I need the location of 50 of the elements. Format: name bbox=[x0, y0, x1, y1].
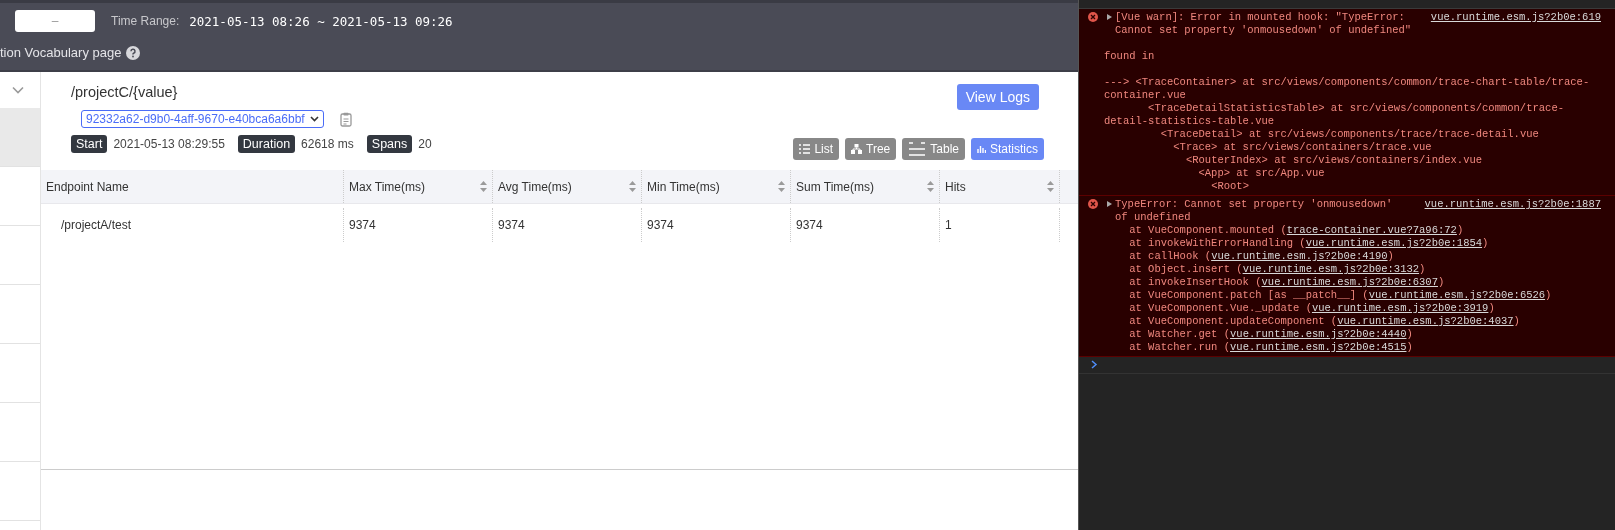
source-link[interactable]: vue.runtime.esm.js?2b0e:3132 bbox=[1242, 263, 1420, 275]
source-link[interactable]: vue.runtime.esm.js?2b0e:4037 bbox=[1337, 315, 1514, 327]
stack-frame: at Object.insert (vue.runtime.esm.js?2b0e:3132) bbox=[1104, 263, 1601, 276]
table-cell: 9374 bbox=[492, 208, 641, 242]
stack-frame: at callHook (vue.runtime.esm.js?2b0e:4190) bbox=[1104, 250, 1601, 263]
table-cell: 1 bbox=[939, 208, 1059, 242]
stack-frame: at Watcher.get (vue.runtime.esm.js?2b0e:4440) bbox=[1104, 328, 1601, 341]
stack-frame: at invokeWithErrorHandling (vue.runtime.esm.js?2b0e:1854) bbox=[1104, 237, 1601, 250]
meta-label: Duration bbox=[237, 135, 296, 153]
meta-label: Spans bbox=[366, 135, 413, 153]
stack-frame: at VueComponent.patch [as __patch__] (vue.runtime.esm.js?2b0e:6526) bbox=[1104, 289, 1601, 302]
source-link[interactable]: vue.runtime.esm.js?2b0e:4440 bbox=[1230, 328, 1407, 340]
source-link[interactable]: vue.runtime.esm.js?2b0e:619 bbox=[1430, 11, 1601, 24]
source-link[interactable]: vue.runtime.esm.js?2b0e:4515 bbox=[1230, 341, 1407, 353]
column-header[interactable]: Hits bbox=[939, 170, 1059, 203]
time-range-label: Time Range: bbox=[111, 14, 180, 28]
column-header[interactable]: Endpoint Name bbox=[41, 170, 343, 203]
table-cell-text: /projectA/test bbox=[60, 217, 133, 234]
trace-id-select[interactable]: 92332a62-d9b0-4aff-9670-e40bca6a6bbf bbox=[81, 110, 324, 128]
column-header[interactable]: Avg Time(ms) bbox=[492, 170, 641, 203]
column-header[interactable]: Sum Time(ms) bbox=[790, 170, 939, 203]
source-link[interactable]: vue.runtime.esm.js?2b0e:4190 bbox=[1211, 250, 1388, 262]
view-tab[interactable]: Tree bbox=[845, 138, 897, 160]
source-link[interactable]: vue.runtime.esm.js?2b0e:1887 bbox=[1424, 198, 1601, 211]
meta-value: 20 bbox=[418, 137, 432, 151]
source-link[interactable]: vue.runtime.esm.js?2b0e:1854 bbox=[1305, 237, 1483, 249]
time-range-value: 2021-05-13 08:26 ~ 2021-05-13 09:26 bbox=[189, 13, 453, 29]
source-link[interactable]: vue.runtime.esm.js?2b0e:6307 bbox=[1261, 276, 1438, 288]
view-tab[interactable]: List bbox=[793, 138, 840, 160]
meta-value: 62618 ms bbox=[301, 137, 354, 151]
table-cell: 9374 bbox=[343, 208, 492, 242]
source-link[interactable]: trace-container.vue?7a96:72 bbox=[1286, 224, 1457, 236]
source-link[interactable]: vue.runtime.esm.js?2b0e:6526 bbox=[1368, 289, 1546, 301]
column-header[interactable]: Min Time(ms) bbox=[641, 170, 790, 203]
stack-frame: at invokeInsertHook (vue.runtime.esm.js?2b0e:6307) bbox=[1104, 276, 1601, 289]
source-link[interactable]: vue.runtime.esm.js?2b0e:3919 bbox=[1311, 302, 1489, 314]
column-header[interactable]: Max Time(ms) bbox=[343, 170, 492, 203]
endpoint-title: /projectC/{value} bbox=[71, 84, 179, 100]
hint-text: tion Vocabulary page bbox=[0, 45, 122, 60]
stack-frame: at Watcher.run (vue.runtime.esm.js?2b0e:4515) bbox=[1104, 341, 1601, 354]
component-trace: found in ---> <TraceContainer> at src/views/components/common/trace-chart-table/trace-container.vue <TraceDetailStatisticsTable> at src/views/components/common/trace-detail-statistics-table.vue <TraceDetail> at src/views/components/trace/trace-detail.vue <Trace> at src/views/containers/trace.vue <RouterIndex> at src/views/containers/index.vue <App> at src/App.vue <Root> bbox=[1104, 50, 1591, 193]
stack-frame: at VueComponent.updateComponent (vue.runtime.esm.js?2b0e:4037) bbox=[1104, 315, 1601, 328]
error-message: [Vue warn]: Error in mounted hook: "TypeError: Cannot set property 'onmousedown' of undefined" bbox=[1115, 11, 1412, 36]
meta-value: 2021-05-13 08:29:55 bbox=[113, 137, 225, 151]
stack-frame: at VueComponent.mounted (trace-container.vue?7a96:72) bbox=[1104, 224, 1601, 237]
table-cell: 9374 bbox=[641, 208, 790, 242]
meta-label: Start bbox=[71, 135, 108, 153]
view-tab[interactable]: Table bbox=[902, 138, 965, 160]
stack-frame: at VueComponent.Vue._update (vue.runtime.esm.js?2b0e:3919) bbox=[1104, 302, 1601, 315]
table-cell: 9374 bbox=[790, 208, 939, 242]
